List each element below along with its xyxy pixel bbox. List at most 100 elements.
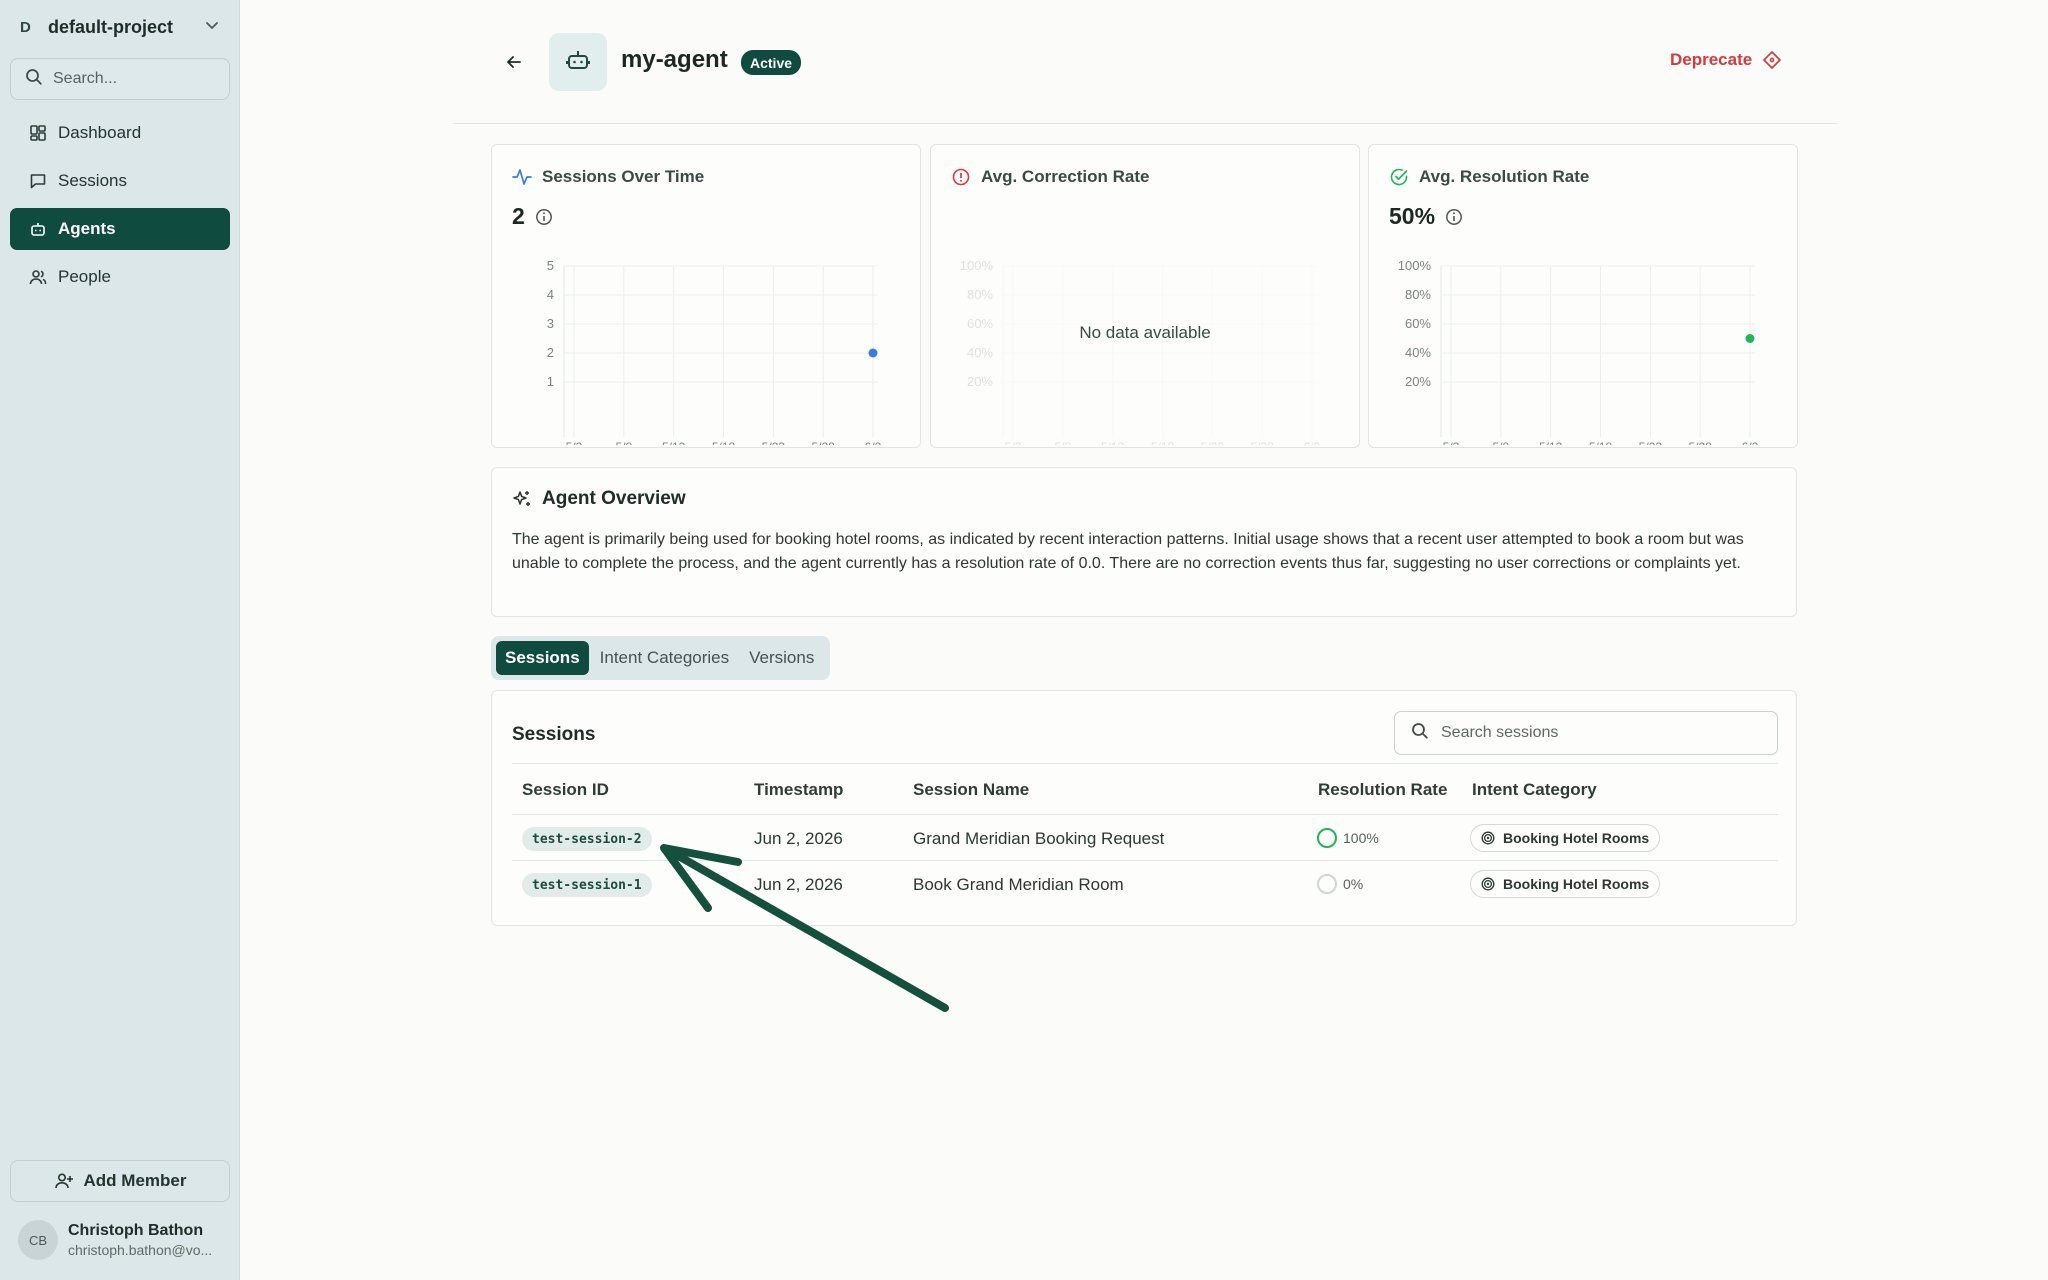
tab-intent-categories[interactable]: Intent Categories: [591, 641, 738, 675]
table-row[interactable]: test-session-1 Jun 2, 2026 Book Grand Me…: [512, 861, 1778, 907]
kpi-card-resolution: Avg. Resolution Rate 50% 100% 80% 60% 40% 20…: [1368, 144, 1798, 448]
back-button[interactable]: [500, 50, 528, 78]
y-tick-label: 100%: [960, 258, 994, 273]
info-icon[interactable]: [1445, 208, 1463, 226]
bot-icon: [565, 47, 591, 78]
users-icon: [28, 267, 48, 287]
sparkles-icon: [512, 489, 532, 509]
progress-ring-icon: [1317, 828, 1337, 848]
x-tick-label: 5/23: [1201, 440, 1225, 445]
x-tick-label: 5/8: [615, 440, 632, 445]
check-circle-icon: [1389, 167, 1409, 187]
session-name-cell: Grand Meridian Booking Request: [913, 829, 1165, 848]
sidebar-item-dashboard[interactable]: Dashboard: [10, 112, 230, 154]
y-tick-label: 20%: [1405, 374, 1431, 389]
resolution-chart: 100% 80% 60% 40% 20% 5/3 5/8 5/13 5/18 5/23 5/28 6/…: [1398, 258, 1759, 445]
x-tick-label: 5/3: [1443, 440, 1460, 445]
project-switcher[interactable]: D default-project: [12, 12, 228, 42]
data-point[interactable]: [868, 348, 878, 358]
intent-label: Booking Hotel Rooms: [1503, 876, 1650, 892]
chat-icon: [28, 171, 48, 191]
deprecate-button[interactable]: Deprecate: [1670, 50, 1782, 70]
progress-ring-icon: [1317, 874, 1337, 894]
column-header[interactable]: Resolution Rate: [1318, 780, 1447, 800]
column-header[interactable]: Intent Category: [1472, 780, 1597, 800]
x-tick-label: 5/28: [811, 440, 835, 445]
chevron-down-icon: [204, 17, 228, 38]
add-member-button[interactable]: Add Member: [10, 1160, 230, 1202]
y-tick-label: 40%: [1405, 345, 1431, 360]
arrow-left-icon: [505, 53, 523, 76]
sidebar-item-people[interactable]: People: [10, 256, 230, 298]
overview-text: The agent is primarily being used for bo…: [512, 531, 1744, 572]
sessions-search-input[interactable]: Search sessions: [1394, 711, 1778, 755]
sidebar: D default-project Search... Dashboard Se…: [0, 0, 240, 1280]
sidebar-item-agents[interactable]: Agents: [10, 208, 230, 250]
page-title: my-agent: [621, 46, 728, 73]
search-icon: [25, 68, 43, 91]
avatar: CB: [18, 1220, 58, 1260]
sidebar-item-label: Dashboard: [58, 123, 142, 142]
empty-state: No data available: [1079, 323, 1211, 342]
rate-value: 100%: [1343, 830, 1379, 846]
y-tick-label: 80%: [1405, 287, 1431, 302]
kpi-value: 50%: [1389, 203, 1436, 229]
x-tick-label: 5/3: [566, 440, 583, 445]
x-tick-label: 6/2: [1304, 440, 1321, 445]
session-id-chip[interactable]: test-session-1: [522, 873, 652, 897]
project-name: default-project: [48, 16, 174, 37]
search-placeholder: Search...: [53, 70, 118, 87]
info-icon[interactable]: [535, 208, 553, 226]
add-member-label: Add Member: [83, 1171, 187, 1190]
x-tick-label: 5/18: [712, 440, 736, 445]
status-badge: Active: [741, 50, 802, 75]
correction-chart: 100%80%60%40%20%5/35/85/135/185/235/286/…: [960, 258, 1321, 445]
overview-title: Agent Overview: [542, 488, 686, 509]
table-header: Session ID Timestamp Session Name Resolu…: [512, 763, 1778, 815]
kpi-title: Avg. Resolution Rate: [1419, 167, 1590, 186]
sidebar-item-sessions[interactable]: Sessions: [10, 160, 230, 202]
y-tick-label: 2: [547, 345, 554, 360]
column-header[interactable]: Session Name: [913, 780, 1029, 800]
tab-sessions[interactable]: Sessions: [496, 641, 589, 675]
sessions-chart: 5 4 3 2 1 5/3 5/8 5/13 5/18 5/23 5/28 6/2: [547, 258, 882, 445]
kpi-card-correction: Avg. Correction Rate 100%80%60%40%20%5/3…: [930, 144, 1360, 448]
intent-badge[interactable]: Booking Hotel Rooms: [1470, 870, 1661, 898]
x-tick-label: 5/28: [1688, 440, 1712, 445]
bot-icon: [28, 219, 48, 239]
data-point[interactable]: [1745, 334, 1755, 343]
x-tick-label: 5/8: [1492, 440, 1509, 445]
sidebar-search-input[interactable]: Search...: [10, 58, 230, 100]
x-tick-label: 5/28: [1250, 440, 1274, 445]
intent-label: Booking Hotel Rooms: [1503, 830, 1650, 846]
y-tick-label: 3: [547, 316, 554, 331]
table-row[interactable]: test-session-2 Jun 2, 2026 Grand Meridia…: [512, 815, 1778, 861]
session-id-chip[interactable]: test-session-2: [522, 827, 652, 851]
x-tick-label: 5/13: [662, 440, 686, 445]
x-tick-label: 5/3: [1005, 440, 1022, 445]
intent-badge[interactable]: Booking Hotel Rooms: [1470, 824, 1661, 852]
tag-icon: [1762, 50, 1782, 70]
column-header[interactable]: Session ID: [522, 780, 609, 800]
tab-versions[interactable]: Versions: [740, 641, 823, 675]
deprecate-label: Deprecate: [1670, 50, 1753, 69]
x-tick-label: 5/8: [1054, 440, 1071, 445]
sidebar-item-label: Agents: [58, 219, 116, 238]
agent-avatar: [549, 33, 607, 91]
kpi-value: 2: [512, 203, 525, 229]
sidebar-nav: Dashboard Sessions Agents People: [10, 112, 230, 304]
search-icon: [1411, 722, 1429, 745]
sessions-card: Sessions Search sessions Session ID Time…: [491, 690, 1797, 926]
header-divider: [453, 123, 1837, 124]
x-tick-label: 5/23: [762, 440, 786, 445]
column-header[interactable]: Timestamp: [754, 780, 843, 800]
activity-icon: [512, 167, 532, 187]
target-icon: [1481, 877, 1495, 891]
kpi-title: Sessions Over Time: [542, 167, 705, 186]
kpi-card-sessions: Sessions Over Time 2 5 4 3 2 1 5/3 5/8 5/13 5/18…: [491, 144, 921, 448]
user-name: Christoph Bathon: [68, 1222, 204, 1239]
user-profile[interactable]: CB Christoph Bathon christoph.bathon@vo.…: [18, 1220, 212, 1260]
rate-value: 0%: [1343, 876, 1364, 892]
timestamp-cell: Jun 2, 2026: [754, 875, 843, 894]
user-plus-icon: [54, 1172, 74, 1190]
